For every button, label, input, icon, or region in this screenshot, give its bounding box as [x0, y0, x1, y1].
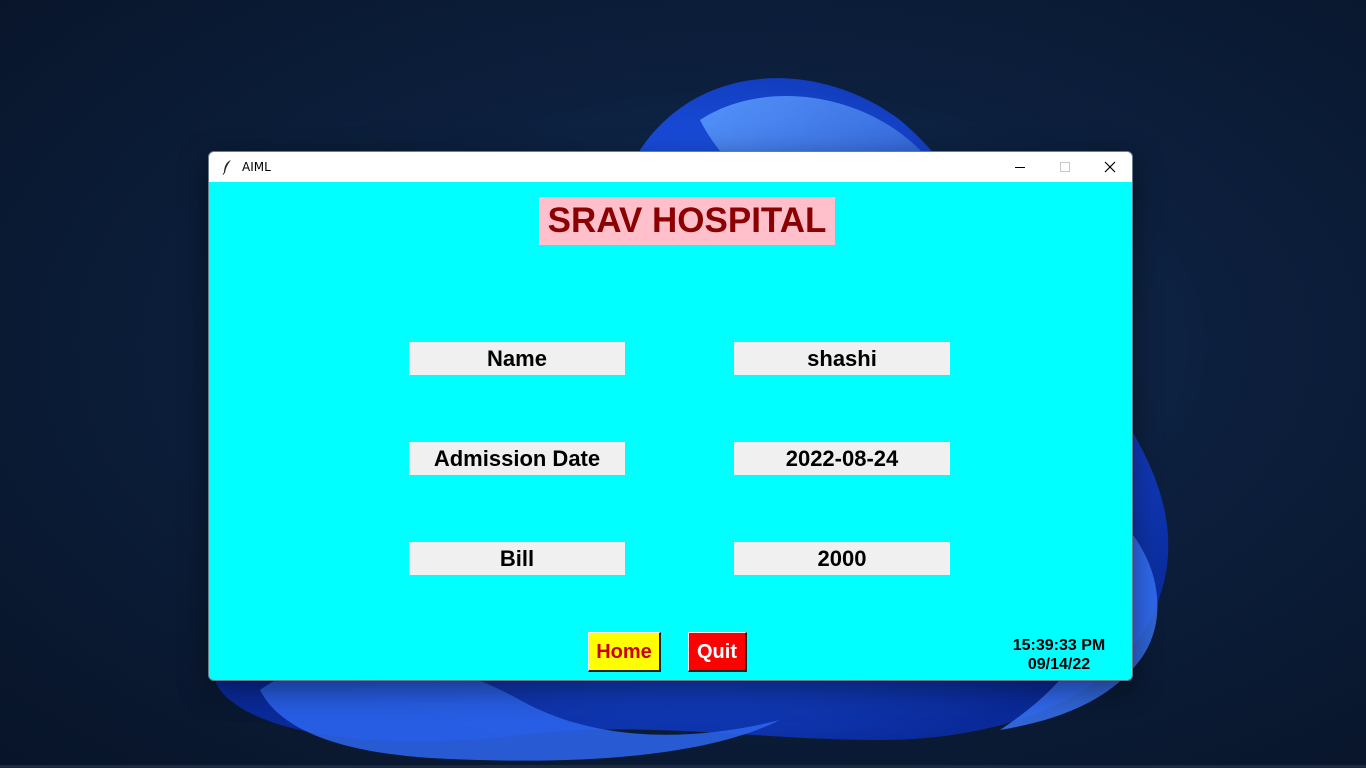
bill-label: Bill — [409, 542, 625, 575]
close-icon — [1104, 161, 1115, 173]
quit-button[interactable]: Quit — [688, 632, 747, 672]
clock-date: 09/14/22 — [1027, 656, 1091, 673]
feather-icon — [220, 159, 234, 175]
window-title: AIML — [242, 160, 271, 174]
client-area: SRAV HOSPITAL Name shashi Admission Date… — [209, 182, 1132, 680]
minimize-icon — [1014, 167, 1025, 168]
app-window: AIML SRAV HOSPITAL Name shashi Admission… — [208, 151, 1133, 681]
page-title: SRAV HOSPITAL — [539, 197, 835, 245]
bill-value: 2000 — [734, 542, 950, 575]
maximize-icon — [1059, 162, 1070, 172]
name-label: Name — [409, 342, 625, 375]
admission-date-value: 2022-08-24 — [734, 442, 950, 475]
name-value: shashi — [734, 342, 950, 375]
maximize-button[interactable] — [1042, 152, 1087, 182]
admission-date-label: Admission Date — [409, 442, 625, 475]
clock: 15:39:33 PM 09/14/22 — [999, 636, 1119, 674]
window-controls — [997, 152, 1132, 182]
minimize-button[interactable] — [997, 152, 1042, 182]
home-button[interactable]: Home — [588, 632, 661, 672]
title-bar[interactable]: AIML — [209, 152, 1132, 182]
close-button[interactable] — [1087, 152, 1132, 182]
clock-time: 15:39:33 PM — [1012, 637, 1106, 654]
